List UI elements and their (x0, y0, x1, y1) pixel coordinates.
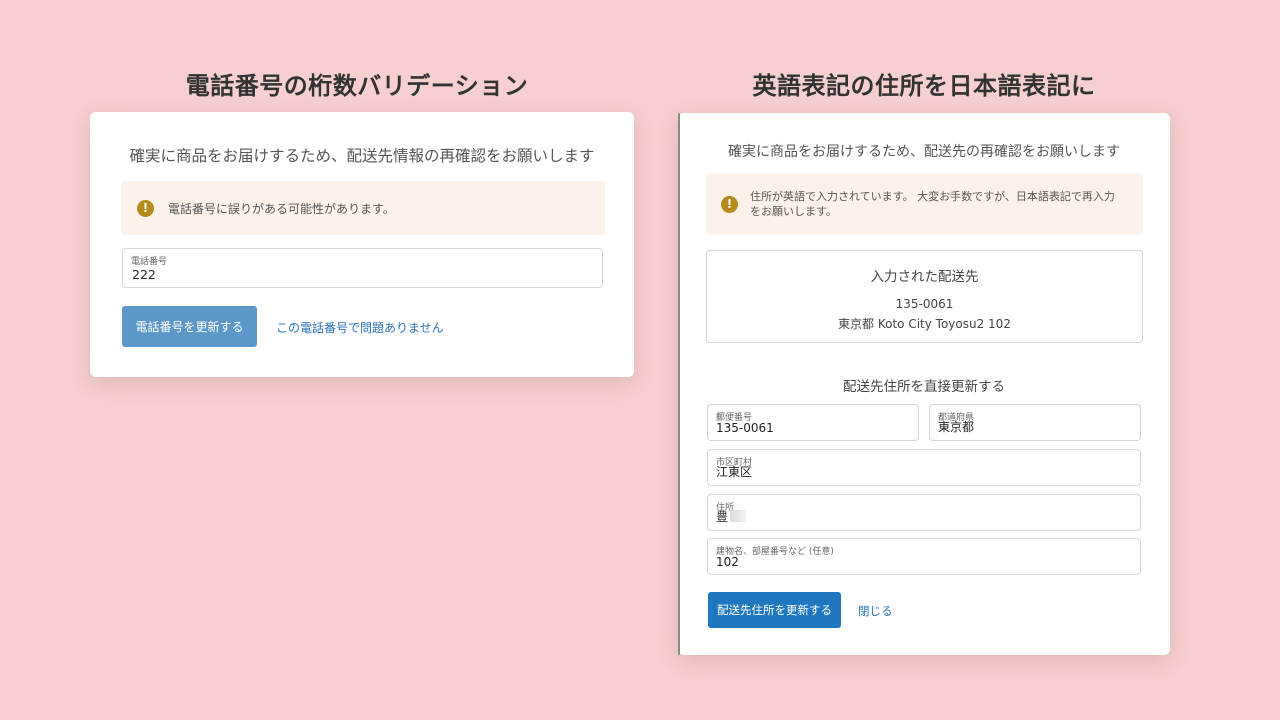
dialog-title: 確実に商品をお届けするため、配送先情報の再確認をお願いします (129, 147, 595, 165)
right-section-heading: 英語表記の住所を日本語表記に (752, 72, 1096, 100)
redacted-text-blur (730, 510, 747, 522)
phone-number-field[interactable]: 電話番号 222 (122, 248, 603, 288)
phone-number-label: 電話番号 (131, 257, 168, 267)
entered-postal-code: 135-0061 (895, 297, 954, 311)
phone-warning-alert: ! 電話番号に誤りがある可能性があります。 (121, 181, 605, 235)
address-warning-alert: ! 住所が英語で入力されています。 大変お手数ですが、日本語表記で再入力をお願い… (706, 174, 1143, 234)
street-address-value-wrap[interactable]: 豊 (716, 508, 747, 525)
alert-message: 住所が英語で入力されています。 大変お手数ですが、日本語表記で再入力をお願いしま… (750, 190, 1115, 218)
exclamation-circle-icon: ! (137, 199, 154, 217)
close-link[interactable]: 閉じる (858, 603, 893, 619)
street-address-value: 豊 (716, 510, 729, 524)
alert-message: 電話番号に誤りがある可能性があります。 (168, 201, 395, 216)
postal-code-field[interactable]: 郵便番号 135-0061 (707, 404, 919, 441)
phone-validation-dialog: 確実に商品をお届けするため、配送先情報の再確認をお願いします ! 電話番号に誤り… (90, 112, 634, 377)
entered-address-title: 入力された配送先 (870, 269, 979, 285)
building-value[interactable]: 102 (716, 555, 739, 569)
entered-address-box: 入力された配送先 135-0061 東京都 Koto City Toyosu2 … (706, 250, 1143, 343)
exclamation-circle-icon: ! (721, 195, 738, 213)
address-confirmation-dialog: 確実に商品をお届けするため、配送先の再確認をお願いします ! 住所が英語で入力さ… (678, 113, 1170, 655)
city-field[interactable]: 市区町村 江東区 (707, 449, 1141, 486)
building-field[interactable]: 建物名、部屋番号など (任意) 102 (707, 538, 1141, 575)
left-section-heading: 電話番号の桁数バリデーション (185, 72, 529, 100)
city-value[interactable]: 江東区 (716, 463, 752, 480)
prefecture-field[interactable]: 都道府県 東京都 (929, 404, 1141, 441)
prefecture-value[interactable]: 東京都 (938, 418, 974, 435)
direct-update-title: 配送先住所を直接更新する (843, 379, 1005, 395)
phone-ok-link[interactable]: この電話番号で問題ありません (276, 319, 444, 336)
postal-code-value[interactable]: 135-0061 (716, 421, 774, 435)
update-phone-button[interactable]: 電話番号を更新する (122, 306, 257, 347)
dialog-title: 確実に商品をお届けするため、配送先の再確認をお願いします (728, 144, 1120, 160)
entered-address-line: 東京都 Koto City Toyosu2 102 (838, 317, 1011, 331)
phone-number-value[interactable]: 222 (132, 267, 156, 282)
update-address-button[interactable]: 配送先住所を更新する (708, 592, 841, 628)
street-address-field[interactable]: 住所 豊 (707, 494, 1141, 531)
